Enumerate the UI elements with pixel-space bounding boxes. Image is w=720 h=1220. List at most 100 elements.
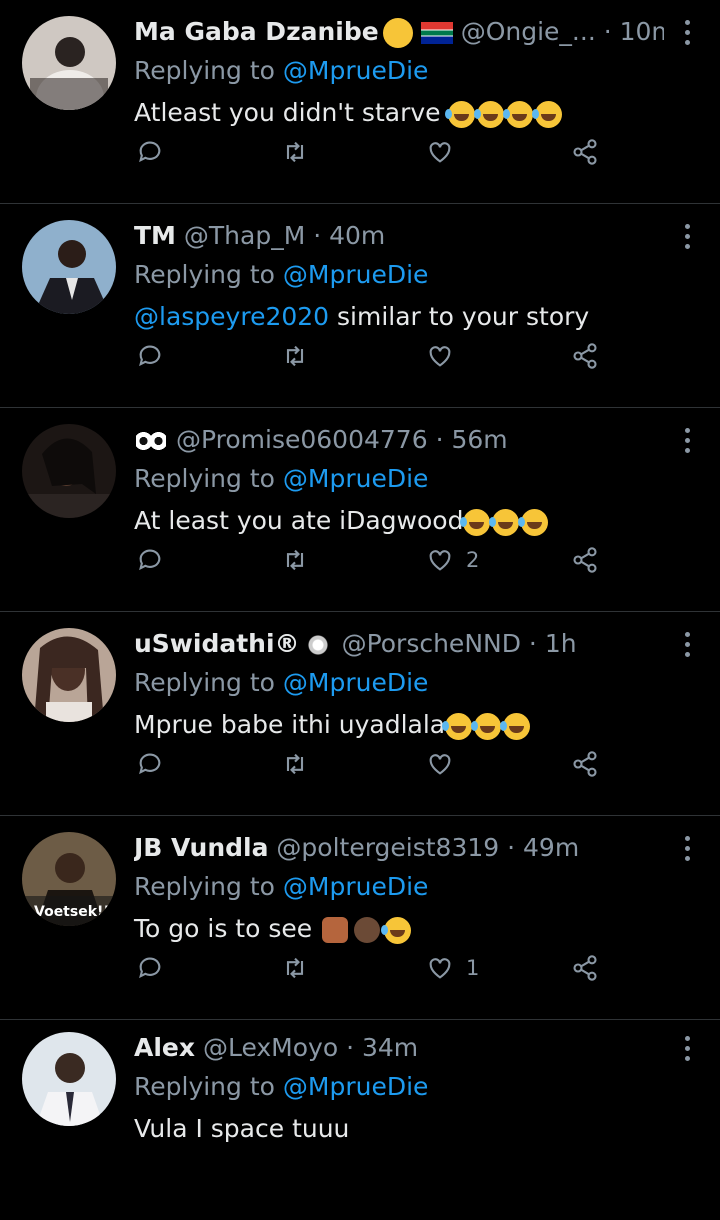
like-button[interactable]: 1: [426, 948, 479, 988]
retweet-button[interactable]: [281, 336, 309, 376]
avatar-caption: Voetsek!!': [34, 904, 114, 920]
tweet-header: @Promise06004776 · 56m: [134, 422, 664, 458]
share-button[interactable]: [571, 540, 599, 580]
like-count: 1: [466, 956, 480, 980]
more-options-icon[interactable]: [682, 428, 692, 458]
replying-to-link[interactable]: @MprueDie: [283, 260, 429, 289]
more-options-icon[interactable]: [682, 836, 692, 866]
tweet-text: Atleast you didn't starve: [134, 95, 564, 131]
tweet[interactable]: Alex @LexMoyo · 34m Replying to @MprueDi…: [0, 1016, 720, 1220]
replying-to-link[interactable]: @MprueDie: [283, 1072, 429, 1101]
display-name[interactable]: Ma Gaba Dzanibe: [134, 17, 379, 46]
reply-button[interactable]: [136, 948, 164, 988]
avatar[interactable]: [22, 628, 116, 722]
timestamp[interactable]: 1h: [545, 629, 577, 658]
tweet-body: At least you ate iDagwood: [134, 506, 464, 535]
tweet-header: Alex @LexMoyo · 34m: [134, 1030, 664, 1066]
share-button[interactable]: [571, 744, 599, 784]
display-name[interactable]: JB Vundla: [134, 833, 268, 862]
replying-label: Replying to: [134, 260, 283, 289]
like-count: 2: [466, 548, 480, 572]
timestamp[interactable]: 34m: [362, 1033, 418, 1062]
replying-to-link[interactable]: @MprueDie: [283, 668, 429, 697]
like-button[interactable]: [426, 744, 466, 784]
tweet-actions: [134, 132, 614, 172]
user-handle[interactable]: @PorscheNND: [342, 629, 521, 658]
replying-to: Replying to @MprueDie: [134, 258, 428, 292]
share-button[interactable]: [571, 336, 599, 376]
user-handle[interactable]: @poltergeist8319: [276, 833, 499, 862]
heart-icon: [429, 754, 451, 775]
avatar[interactable]: [22, 16, 116, 110]
replying-to: Replying to @MprueDie: [134, 1070, 428, 1104]
replying-label: Replying to: [134, 56, 283, 85]
tweet-body: Mprue babe ithi uyadlala: [134, 710, 446, 739]
gesture-emoji-row: [320, 914, 413, 944]
timestamp[interactable]: 49m: [523, 833, 579, 862]
replying-to: Replying to @MprueDie: [134, 462, 428, 496]
mention-link[interactable]: @laspeyre2020: [134, 302, 329, 331]
user-handle[interactable]: @LexMoyo: [203, 1033, 338, 1062]
timestamp[interactable]: 10m: [620, 17, 664, 46]
more-options-icon[interactable]: [682, 20, 692, 50]
avatar[interactable]: [22, 220, 116, 314]
replying-to: Replying to @MprueDie: [134, 666, 428, 700]
tweet-body: Vula I space tuuu: [134, 1114, 350, 1143]
display-name[interactable]: TM: [134, 221, 176, 250]
reply-button[interactable]: [136, 336, 164, 376]
separator-dot: ·: [305, 221, 330, 250]
timestamp[interactable]: 56m: [451, 425, 507, 454]
heart-icon: [429, 142, 451, 163]
tweet[interactable]: uSwidathi® @PorscheNND · 1h Replying to @…: [0, 612, 720, 816]
reply-button[interactable]: [136, 132, 164, 172]
retweet-icon: [286, 549, 304, 571]
reply-icon: [139, 753, 161, 775]
retweet-button[interactable]: [281, 132, 309, 172]
replying-label: Replying to: [134, 1072, 283, 1101]
avatar[interactable]: [22, 1032, 116, 1126]
avatar[interactable]: Voetsek!!': [22, 832, 116, 926]
tweet-header: uSwidathi® @PorscheNND · 1h: [134, 626, 664, 662]
tweet-actions: 1: [134, 948, 614, 988]
more-options-icon[interactable]: [682, 632, 692, 662]
heart-icon: [429, 346, 451, 367]
retweet-button[interactable]: [281, 948, 309, 988]
more-options-icon[interactable]: [682, 224, 692, 254]
user-handle[interactable]: @Thap_M: [184, 221, 305, 250]
laugh-emoji-row: [460, 506, 550, 536]
tweet[interactable]: TM @Thap_M · 40m Replying to @MprueDie @…: [0, 204, 720, 408]
share-button[interactable]: [571, 132, 599, 172]
user-handle[interactable]: @Ongie_...: [461, 17, 596, 46]
display-name[interactable]: uSwidathi®: [134, 629, 300, 658]
explosion-emoji: [303, 631, 332, 659]
retweet-button[interactable]: [281, 744, 309, 784]
tweet[interactable]: @Promise06004776 · 56m Replying to @Mpru…: [0, 408, 720, 612]
heart-icon: [429, 958, 451, 979]
share-icon: [573, 343, 597, 369]
retweet-icon: [286, 753, 304, 775]
like-button[interactable]: 2: [426, 540, 479, 580]
tweet[interactable]: Ma Gaba Dzanibe @Ongie_... · 10m Replying…: [0, 0, 720, 204]
retweet-button[interactable]: [281, 540, 309, 580]
avatar[interactable]: [22, 424, 116, 518]
display-name[interactable]: Alex: [134, 1033, 195, 1062]
retweet-icon: [286, 141, 304, 163]
replying-to-link[interactable]: @MprueDie: [283, 56, 429, 85]
like-button[interactable]: [426, 336, 466, 376]
heart-icon: [429, 550, 451, 571]
share-icon: [573, 751, 597, 777]
share-button[interactable]: [571, 948, 599, 988]
tweet-body: similar to your story: [329, 302, 590, 331]
reply-button[interactable]: [136, 540, 164, 580]
more-options-icon[interactable]: [682, 1036, 692, 1066]
like-button[interactable]: [426, 132, 466, 172]
timestamp[interactable]: 40m: [329, 221, 385, 250]
tweet-header: Ma Gaba Dzanibe @Ongie_... · 10m: [134, 14, 664, 50]
replying-to-link[interactable]: @MprueDie: [283, 464, 429, 493]
user-handle[interactable]: @Promise06004776: [176, 425, 428, 454]
tweet-text: Vula I space tuuu: [134, 1111, 349, 1147]
replying-to-link[interactable]: @MprueDie: [283, 872, 429, 901]
reply-button[interactable]: [136, 744, 164, 784]
tweet-header: JB Vundla @poltergeist8319 · 49m: [134, 830, 664, 866]
tweet[interactable]: Voetsek!!' JB Vundla @poltergeist8319 · …: [0, 816, 720, 1020]
